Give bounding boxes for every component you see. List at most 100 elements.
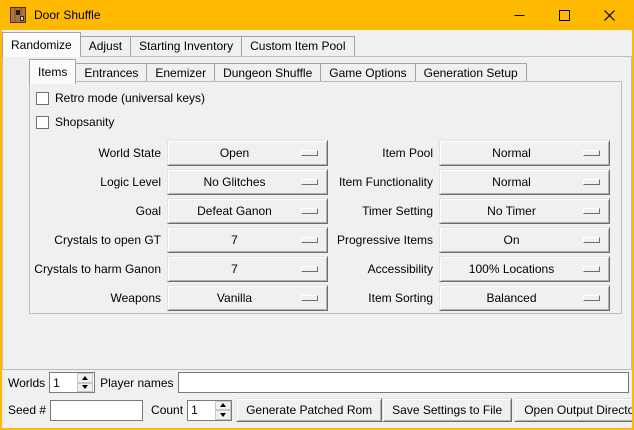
crystals-gt-dropdown[interactable]: 7: [167, 227, 328, 253]
shopsanity-option: Shopsanity: [36, 110, 621, 134]
close-button[interactable]: [587, 0, 632, 30]
worlds-row: Worlds Player names: [2, 372, 632, 393]
dropdown-indicator-icon: [583, 208, 600, 214]
dropdown-indicator-icon: [301, 150, 318, 156]
item-sorting-dropdown[interactable]: Balanced: [439, 285, 610, 311]
arrow-up-icon: [220, 403, 226, 407]
tab-starting-inventory[interactable]: Starting Inventory: [130, 36, 242, 57]
save-settings-button[interactable]: Save Settings to File: [382, 398, 512, 422]
dropdown-indicator-icon: [583, 150, 600, 156]
bottom-bar: Worlds Player names Seed # Count: [2, 372, 632, 422]
seed-row: Seed # Count Generate Patched Rom Save S…: [2, 398, 632, 422]
dropdown-indicator-icon: [301, 208, 318, 214]
progressive-items-label: Progressive Items: [328, 233, 439, 247]
logic-level-dropdown[interactable]: No Glitches: [167, 169, 328, 195]
worlds-spin-buttons: [77, 373, 93, 392]
item-functionality-dropdown[interactable]: Normal: [439, 169, 610, 195]
item-pool-dropdown[interactable]: Normal: [439, 140, 610, 166]
progressive-items-value: On: [440, 233, 583, 247]
weapons-value: Vanilla: [168, 291, 301, 305]
crystals-ganon-dropdown[interactable]: 7: [167, 256, 328, 282]
dropdown-indicator-icon: [301, 179, 318, 185]
goal-value: Defeat Ganon: [168, 204, 301, 218]
world-state-value: Open: [168, 146, 301, 160]
worlds-spinbox[interactable]: [49, 372, 95, 393]
accessibility-dropdown[interactable]: 100% Locations: [439, 256, 610, 282]
seed-input[interactable]: [50, 400, 143, 421]
count-input[interactable]: [188, 401, 215, 420]
logic-level-label: Logic Level: [30, 175, 167, 189]
generate-patched-rom-button[interactable]: Generate Patched Rom: [236, 398, 382, 422]
titlebar: Door Shuffle: [2, 0, 632, 30]
maximize-button[interactable]: [542, 0, 587, 30]
maximize-icon: [559, 10, 570, 21]
minimize-icon: [514, 10, 525, 21]
shopsanity-label: Shopsanity: [55, 115, 114, 129]
arrow-down-icon: [220, 413, 226, 417]
world-state-dropdown[interactable]: Open: [167, 140, 328, 166]
player-names-input[interactable]: [178, 372, 630, 393]
timer-setting-label: Timer Setting: [328, 204, 439, 218]
goal-label: Goal: [30, 204, 167, 218]
item-functionality-label: Item Functionality: [328, 175, 439, 189]
item-sorting-label: Item Sorting: [328, 291, 439, 305]
item-functionality-value: Normal: [440, 175, 583, 189]
count-label: Count: [151, 403, 183, 417]
dropdown-indicator-icon: [583, 295, 600, 301]
window-title: Door Shuffle: [34, 8, 101, 22]
close-icon: [604, 10, 615, 21]
weapons-label: Weapons: [30, 291, 167, 305]
dropdown-indicator-icon: [583, 179, 600, 185]
window-body: Randomize Adjust Starting Inventory Cust…: [2, 30, 632, 428]
world-state-label: World State: [30, 146, 167, 160]
option-row: World State Open Item Pool Normal: [30, 138, 621, 167]
crystals-ganon-value: 7: [168, 262, 301, 276]
crystals-gt-value: 7: [168, 233, 301, 247]
weapons-dropdown[interactable]: Vanilla: [167, 285, 328, 311]
minimize-button[interactable]: [497, 0, 542, 30]
retro-mode-option: Retro mode (universal keys): [36, 86, 621, 110]
retro-mode-checkbox[interactable]: [36, 92, 49, 105]
spin-down-button[interactable]: [215, 410, 231, 420]
tab-custom-item-pool[interactable]: Custom Item Pool: [241, 36, 354, 57]
retro-mode-label: Retro mode (universal keys): [55, 91, 205, 105]
option-row: Logic Level No Glitches Item Functionali…: [30, 167, 621, 196]
shopsanity-checkbox[interactable]: [36, 116, 49, 129]
arrow-down-icon: [82, 385, 88, 389]
player-names-label: Player names: [100, 376, 173, 390]
count-spin-buttons: [215, 401, 231, 420]
accessibility-value: 100% Locations: [440, 262, 583, 276]
spin-up-button[interactable]: [215, 401, 231, 411]
worlds-input[interactable]: [50, 373, 77, 392]
arrow-up-icon: [82, 376, 88, 380]
tab-items[interactable]: Items: [29, 59, 76, 84]
accessibility-label: Accessibility: [328, 262, 439, 276]
dropdown-indicator-icon: [583, 266, 600, 272]
option-row: Goal Defeat Ganon Timer Setting No Timer: [30, 196, 621, 225]
option-row: Crystals to harm Ganon 7 Accessibility 1…: [30, 254, 621, 283]
options-grid: World State Open Item Pool Normal Logic …: [30, 138, 621, 312]
tab-adjust[interactable]: Adjust: [80, 36, 131, 57]
dropdown-indicator-icon: [301, 295, 318, 301]
timer-setting-value: No Timer: [440, 204, 583, 218]
spin-down-button[interactable]: [77, 383, 93, 393]
worlds-label: Worlds: [8, 376, 45, 390]
logic-level-value: No Glitches: [168, 175, 301, 189]
spin-up-button[interactable]: [77, 373, 93, 383]
option-row: Crystals to open GT 7 Progressive Items …: [30, 225, 621, 254]
door-icon: [10, 7, 26, 23]
count-spinbox[interactable]: [187, 400, 232, 421]
dropdown-indicator-icon: [301, 237, 318, 243]
window-controls: [497, 0, 632, 30]
timer-setting-dropdown[interactable]: No Timer: [439, 198, 610, 224]
item-sorting-value: Balanced: [440, 291, 583, 305]
option-row: Weapons Vanilla Item Sorting Balanced: [30, 283, 621, 312]
tab-randomize[interactable]: Randomize: [2, 32, 81, 57]
crystals-ganon-label: Crystals to harm Ganon: [30, 262, 167, 276]
dropdown-indicator-icon: [301, 266, 318, 272]
open-output-directory-button[interactable]: Open Output Directory: [514, 398, 634, 422]
dropdown-indicator-icon: [583, 237, 600, 243]
progressive-items-dropdown[interactable]: On: [439, 227, 610, 253]
goal-dropdown[interactable]: Defeat Ganon: [167, 198, 328, 224]
crystals-gt-label: Crystals to open GT: [30, 233, 167, 247]
